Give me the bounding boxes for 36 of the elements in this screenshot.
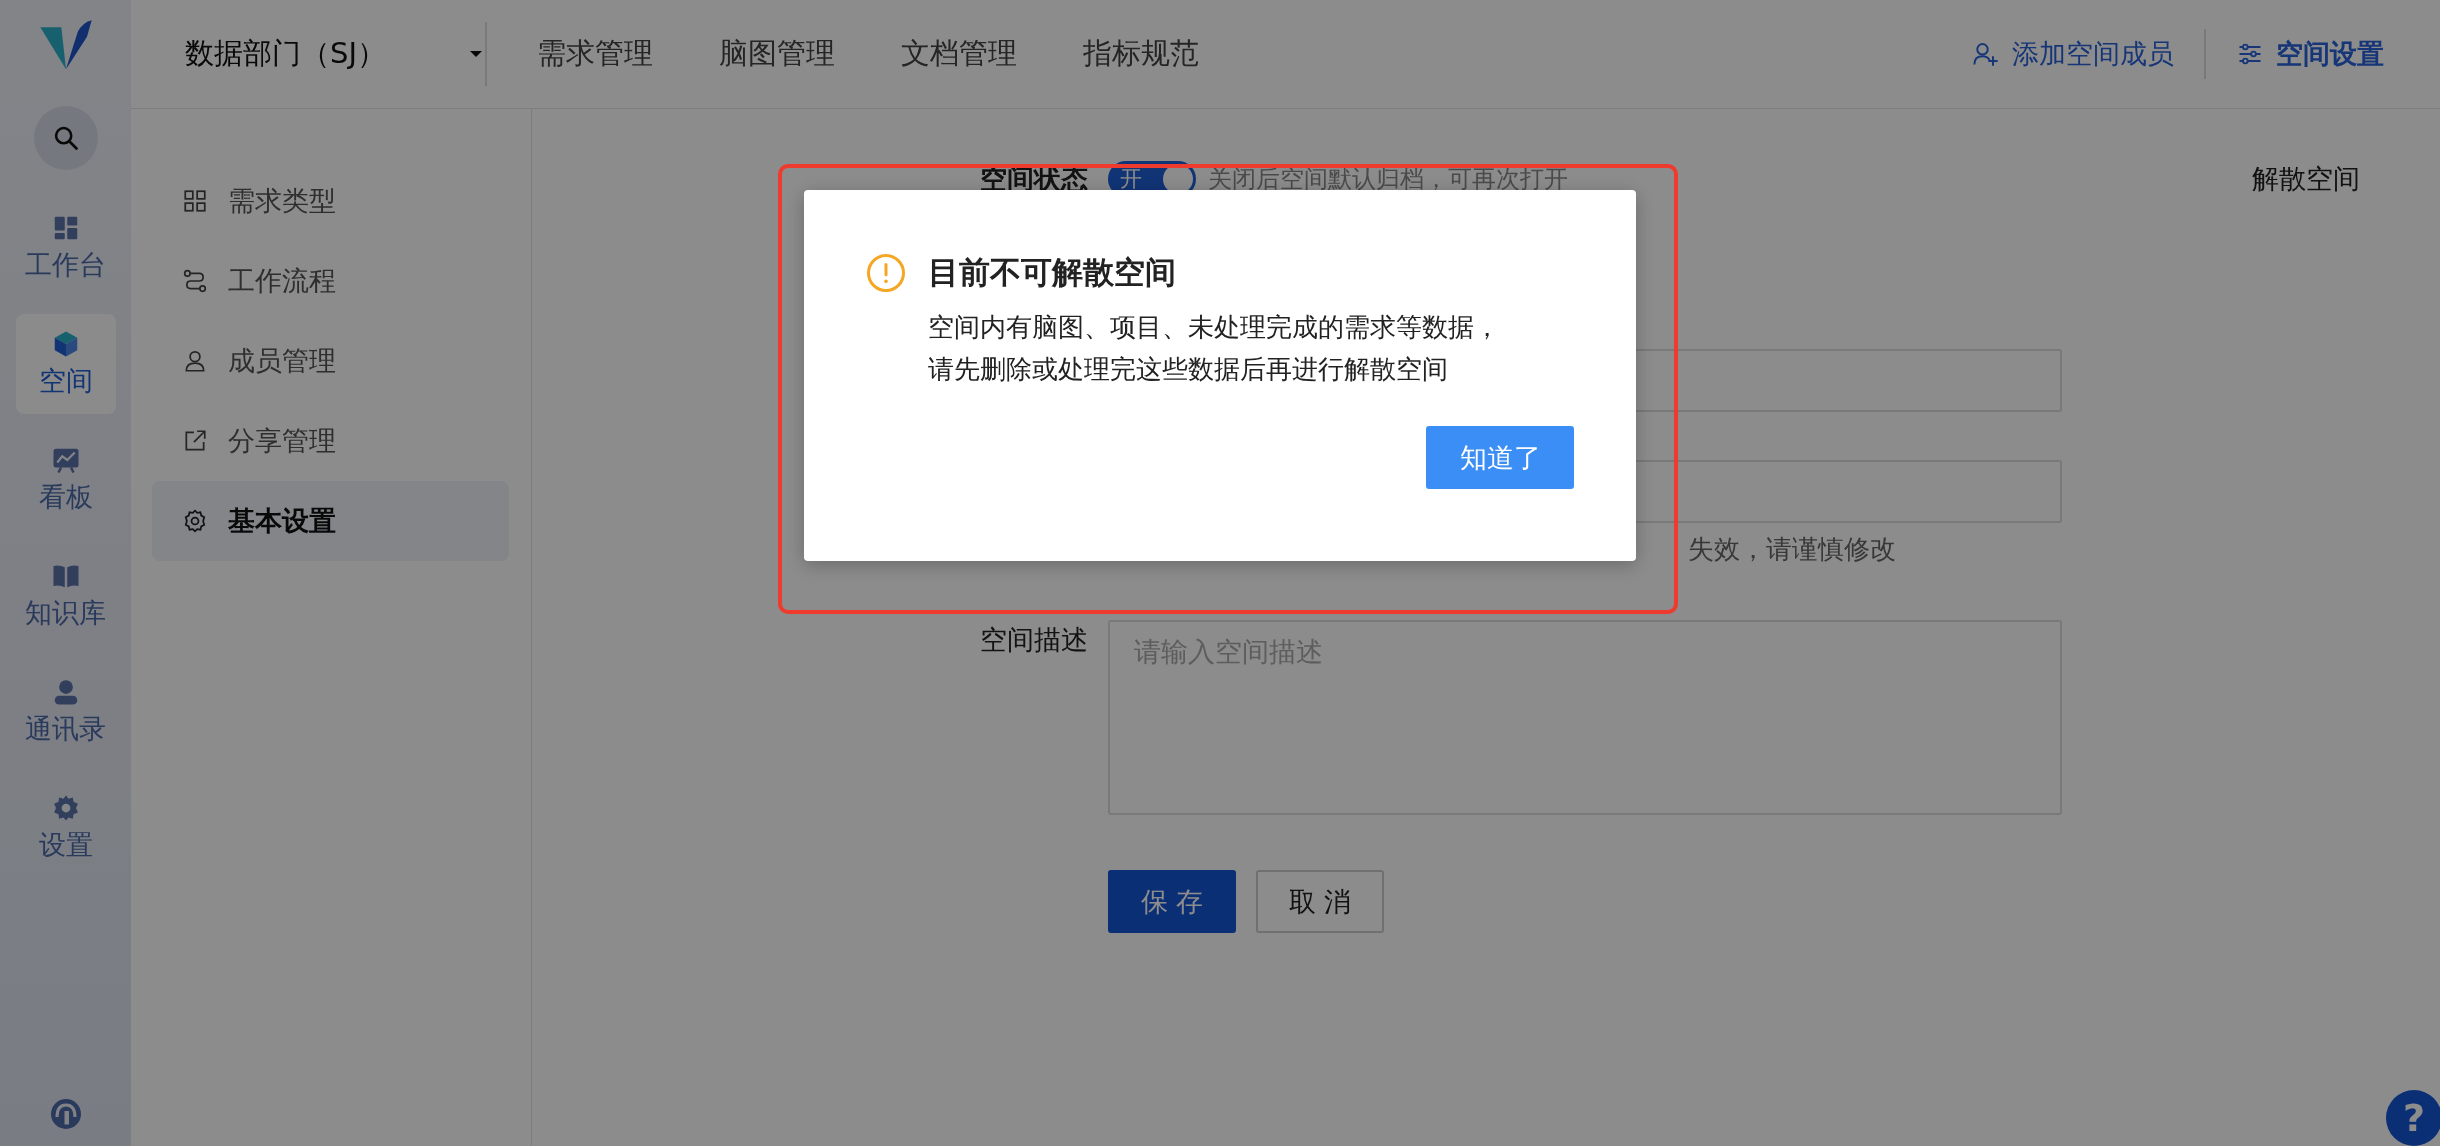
submenu-item[interactable]: 分享管理 xyxy=(152,401,509,481)
nav-item[interactable]: 设置 xyxy=(15,778,116,878)
tab[interactable]: 文档管理 xyxy=(901,34,1017,74)
submenu-item[interactable]: 需求类型 xyxy=(152,161,509,241)
hint-text: 关闭后空间默认归档，可再次打开 xyxy=(1208,164,1568,195)
nav-item[interactable]: 工作台 xyxy=(15,198,116,298)
field-label: 空间描述 xyxy=(979,623,1088,657)
warning-icon xyxy=(866,253,906,293)
ok-button[interactable]: 知道了 xyxy=(1426,426,1574,489)
settings-icon xyxy=(182,508,208,534)
user-icon xyxy=(182,348,208,374)
nav-item[interactable]: 知识库 xyxy=(15,546,116,646)
cancel-button[interactable]: 取 消 xyxy=(1256,870,1384,933)
tab[interactable]: 指标规范 xyxy=(1083,34,1199,74)
submenu-item[interactable]: 工作流程 xyxy=(152,241,509,321)
help-button[interactable]: ? xyxy=(2386,1090,2440,1146)
add-user-icon xyxy=(1972,40,2000,68)
submenu-item[interactable]: 基本设置 xyxy=(152,481,509,561)
tab[interactable]: 需求管理 xyxy=(537,34,653,74)
nav-item[interactable]: 看板 xyxy=(15,430,116,530)
space-settings-link[interactable]: 空间设置 xyxy=(2236,36,2384,72)
flow-icon xyxy=(182,268,208,294)
grid-icon xyxy=(182,188,208,214)
save-button[interactable]: 保 存 xyxy=(1108,870,1236,933)
dialog-message: 空间内有脑图、项目、未处理完成的需求等数据， xyxy=(928,311,1501,344)
nav-item[interactable]: 空间 xyxy=(15,314,116,414)
tab[interactable]: 脑图管理 xyxy=(719,34,835,74)
hint-text: 失效，请谨慎修改 xyxy=(1688,532,1896,566)
nav-item[interactable]: 通讯录 xyxy=(15,662,116,762)
dialog-message: 请先删除或处理完这些数据后再进行解散空间 xyxy=(928,353,1449,386)
submenu-item[interactable]: 成员管理 xyxy=(152,321,509,401)
share-icon xyxy=(182,428,208,454)
dissolve-link[interactable]: 解散空间 xyxy=(2252,159,2360,199)
add-member-link[interactable]: 添加空间成员 xyxy=(1972,36,2174,72)
dialog-title: 目前不可解散空间 xyxy=(928,253,1176,292)
space-selector[interactable]: 数据部门（SJ） xyxy=(131,34,485,74)
